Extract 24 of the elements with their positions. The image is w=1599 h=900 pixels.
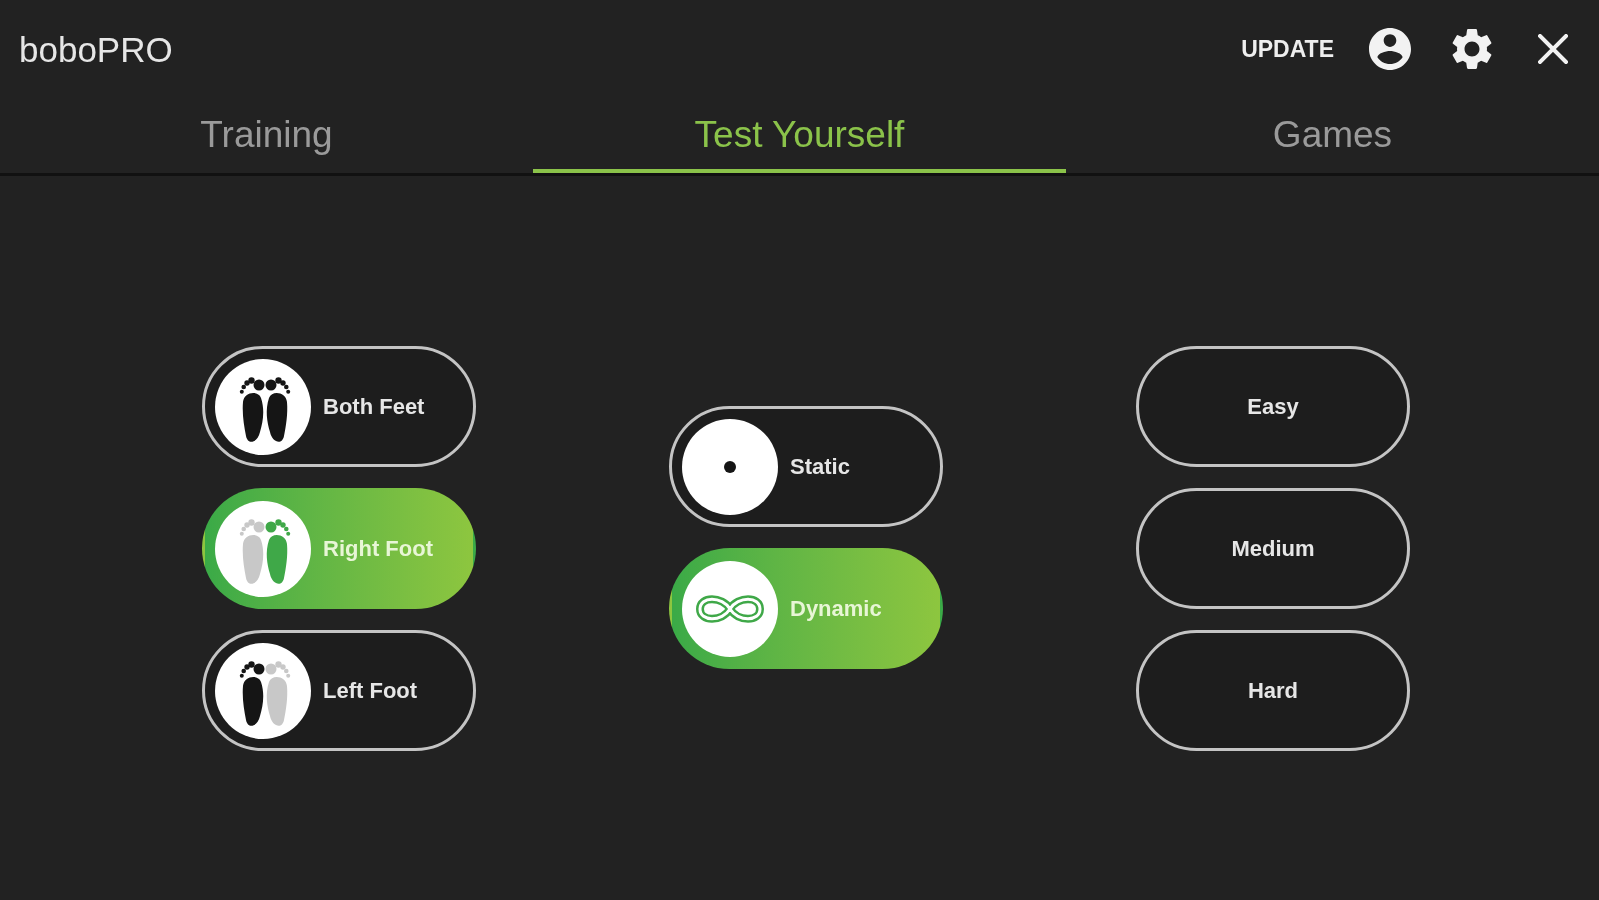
difficulty-button[interactable]: Easy (1136, 346, 1410, 467)
option-label: Both Feet (323, 395, 425, 418)
tab[interactable]: Games (1066, 98, 1599, 173)
footprints-icon (215, 500, 311, 597)
mode-option-button[interactable]: Static (669, 406, 943, 527)
update-button[interactable]: UPDATE (1237, 29, 1338, 69)
close-icon[interactable] (1538, 34, 1568, 64)
footprints-icon (215, 358, 311, 455)
option-label: Dynamic (790, 597, 882, 620)
infinity-icon (682, 560, 778, 657)
difficulty-button[interactable]: Hard (1136, 630, 1410, 751)
option-label: Right Foot (323, 537, 433, 560)
difficulty-button[interactable]: Medium (1136, 488, 1410, 609)
option-label: Left Foot (323, 679, 418, 702)
option-label: Static (790, 455, 850, 478)
tab[interactable]: Training (0, 98, 533, 173)
tab[interactable]: Test Yourself (533, 98, 1066, 173)
foot-option-button[interactable]: Both Feet (202, 346, 476, 467)
app-title: boboPRO (19, 31, 173, 67)
settings-icon[interactable] (1451, 28, 1493, 70)
foot-option-button[interactable]: Left Foot (202, 630, 476, 751)
account-icon[interactable] (1369, 28, 1411, 70)
footprints-icon (215, 642, 311, 739)
dot-icon (682, 418, 778, 515)
